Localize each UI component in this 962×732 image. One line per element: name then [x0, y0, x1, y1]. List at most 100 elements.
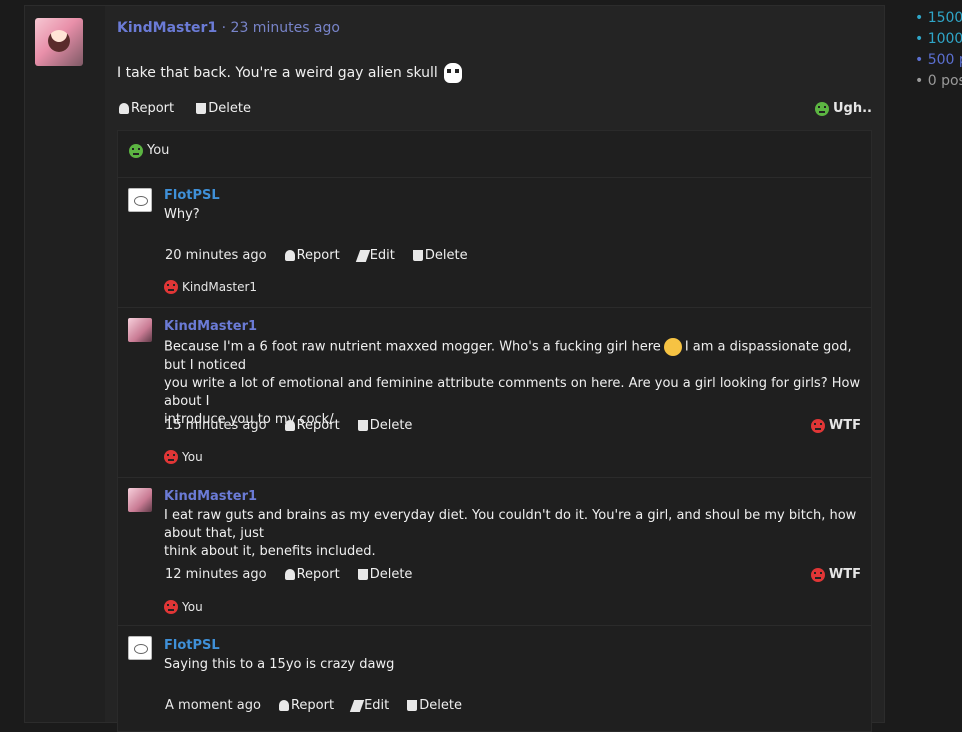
trash-icon [407, 700, 418, 711]
reaction-label: Ugh.. [833, 101, 872, 116]
reply-item: FlotPSL Saying this to a 15yo is crazy d… [118, 625, 871, 732]
delete-label: Delete [419, 698, 462, 713]
post-actions: Report Delete [119, 101, 269, 118]
reply-actions: 15 minutes ago Report Delete [165, 418, 430, 433]
report-button[interactable]: Report [284, 418, 340, 433]
report-button[interactable]: Report [278, 698, 335, 713]
author-link[interactable]: FlotPSL [164, 188, 220, 203]
avatar[interactable] [128, 488, 152, 512]
edit-button[interactable]: Edit [355, 248, 395, 263]
post-text: I take that back. You're a weird gay ali… [117, 63, 462, 83]
angry-face-icon [164, 600, 178, 614]
reaction-button[interactable]: WTF [810, 418, 861, 433]
author-link[interactable]: KindMaster1 [117, 20, 217, 36]
reaction-summary: You [164, 600, 203, 614]
post-gutter [25, 6, 105, 722]
reply-text: Because I'm a 6 foot raw nutrient maxxed… [164, 338, 864, 429]
reaction-summary: You [164, 450, 203, 464]
avatar[interactable] [35, 18, 83, 66]
delete-button[interactable]: Delete [407, 698, 462, 713]
angry-face-icon [164, 450, 178, 464]
reacted-by: You [182, 450, 203, 464]
reaction-label: WTF [828, 418, 861, 433]
reply-item: KindMaster1 Because I'm a 6 foot raw nut… [118, 307, 871, 478]
bell-icon [284, 569, 295, 580]
delete-label: Delete [208, 101, 251, 116]
reaction-summary: KindMaster1 [164, 280, 257, 294]
laughing-emoji-icon [663, 338, 682, 356]
angry-face-icon [164, 280, 178, 294]
reply-text: Saying this to a 15yo is crazy dawg [164, 657, 395, 672]
bell-icon [284, 420, 295, 431]
reply-time: A moment ago [165, 698, 261, 713]
avatar[interactable] [128, 188, 152, 212]
reacted-by: You [182, 600, 203, 614]
reply-item: KindMaster1 I eat raw guts and brains as… [118, 477, 871, 626]
trash-icon [357, 420, 368, 431]
reaction-label: WTF [828, 567, 861, 582]
delete-button[interactable]: Delete [196, 101, 251, 116]
delete-button[interactable]: Delete [357, 567, 413, 582]
report-label: Report [296, 567, 340, 582]
sidebar-item-0[interactable]: • 0 pos [915, 71, 962, 92]
bell-icon [284, 250, 295, 261]
author-link[interactable]: FlotPSL [164, 638, 220, 653]
pencil-icon [349, 699, 365, 712]
post-header: KindMaster1 · 23 minutes ago [117, 20, 340, 36]
report-button[interactable]: Report [284, 567, 340, 582]
reaction-button[interactable]: WTF [810, 567, 861, 582]
report-button[interactable]: Report [119, 101, 174, 116]
reaction-summary: You [129, 143, 169, 158]
reply-time: 15 minutes ago [165, 418, 267, 433]
reply-text: I eat raw guts and brains as my everyday… [164, 507, 864, 561]
edit-button[interactable]: Edit [349, 698, 390, 713]
report-button[interactable]: Report [284, 248, 340, 263]
angry-face-icon [810, 418, 825, 433]
avatar[interactable] [128, 636, 152, 660]
delete-button[interactable]: Delete [357, 418, 413, 433]
reply-text-line: you write a lot of emotional and feminin… [164, 375, 861, 409]
delete-label: Delete [424, 248, 468, 263]
bell-icon [278, 700, 289, 711]
reply-text: Why? [164, 207, 200, 222]
skull-icon [443, 63, 462, 83]
delete-label: Delete [369, 418, 413, 433]
delete-label: Delete [369, 567, 413, 582]
post-body: I take that back. You're a weird gay ali… [117, 65, 438, 81]
sidebar-item-500[interactable]: • 500 p [915, 50, 962, 71]
report-label: Report [131, 101, 175, 116]
reaction-button[interactable]: Ugh.. [815, 101, 872, 116]
separator: · [221, 20, 227, 36]
trash-icon [357, 569, 368, 580]
reply-item: FlotPSL Why? 20 minutes ago Report Edit … [118, 177, 871, 302]
sidebar-item-1000[interactable]: • 1000 [915, 29, 962, 50]
report-label: Report [290, 698, 335, 713]
reply-actions: A moment ago Report Edit Delete [165, 698, 480, 713]
report-label: Report [296, 418, 340, 433]
sidebar-item-1500[interactable]: • 1500 [915, 8, 962, 29]
angry-face-icon [810, 567, 825, 582]
reply-time: 20 minutes ago [165, 248, 267, 263]
reply-text-line: I eat raw guts and brains as my everyday… [164, 508, 857, 541]
sidebar-list: • 1500 • 1000 • 500 p • 0 pos [915, 8, 962, 92]
reply-text-line: Because I'm a 6 foot raw nutrient maxxed… [164, 339, 661, 355]
edit-label: Edit [364, 698, 390, 713]
trash-icon [196, 103, 207, 114]
reply-thread: You FlotPSL Why? 20 minutes ago Report E… [117, 130, 872, 732]
reply-text-line: think about it, benefits included. [164, 544, 376, 559]
report-label: Report [296, 248, 340, 263]
reply-time: 12 minutes ago [165, 567, 267, 582]
delete-button[interactable]: Delete [412, 248, 468, 263]
angry-face-icon [815, 101, 829, 116]
author-link[interactable]: KindMaster1 [164, 319, 257, 334]
angry-face-icon [129, 143, 143, 158]
reacted-by: You [147, 143, 170, 158]
trash-icon [412, 250, 423, 261]
reply-actions: 20 minutes ago Report Edit Delete [165, 248, 486, 263]
author-link[interactable]: KindMaster1 [164, 489, 257, 504]
comment-post: KindMaster1 · 23 minutes ago I take that… [24, 5, 885, 732]
avatar[interactable] [128, 318, 152, 342]
edit-label: Edit [369, 248, 395, 263]
reacted-by: KindMaster1 [182, 280, 258, 294]
pencil-icon [355, 249, 370, 262]
